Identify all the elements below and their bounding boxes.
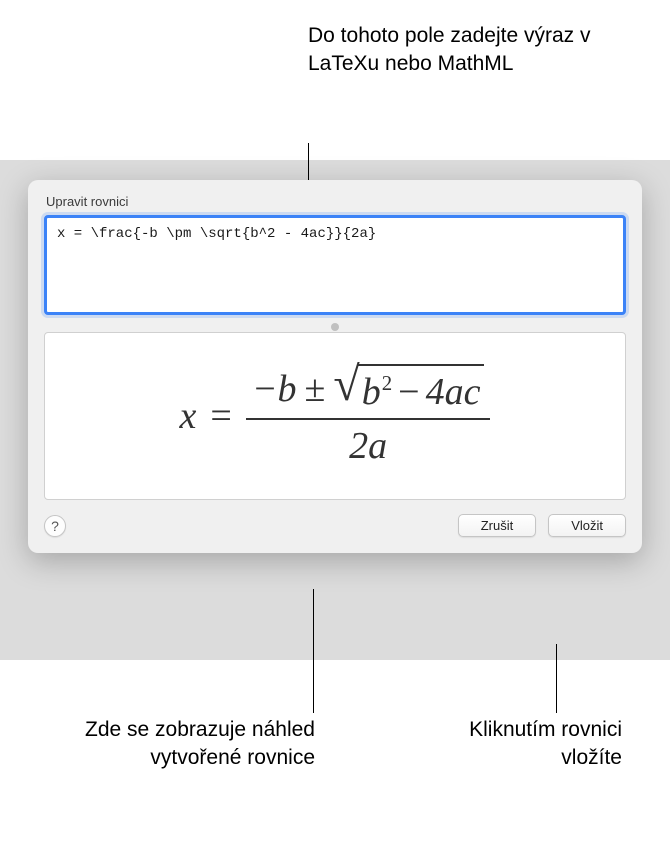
annotation-preview: Zde se zobrazuje náhled vytvořené rovnic… [85, 716, 315, 773]
insert-button[interactable]: Vložit [548, 514, 626, 537]
rendered-equation: x = −b ± √ b2 − 4ac 2a [180, 364, 491, 468]
eq-neg-b: −b [252, 367, 297, 411]
eq-4ac: 4ac [426, 370, 481, 414]
annotation-input: Do tohoto pole zadejte výraz v LaTeXu ne… [308, 22, 628, 79]
eq-b-squared: b2 [362, 370, 392, 414]
cancel-button[interactable]: Zrušit [458, 514, 537, 537]
eq-pm: ± [305, 367, 326, 411]
button-group: Zrušit Vložit [458, 514, 626, 537]
callout-line-insert [556, 644, 557, 713]
eq-sqrt: √ b2 − 4ac [333, 364, 484, 414]
eq-numerator: −b ± √ b2 − 4ac [246, 364, 491, 420]
eq-minus: − [398, 370, 419, 414]
help-button[interactable]: ? [44, 515, 66, 537]
sqrt-icon: √ [333, 368, 359, 402]
equation-dialog: Upravit rovnici x = \frac{-b \pm \sqrt{b… [28, 180, 642, 553]
drag-dot-icon [331, 323, 339, 331]
eq-denominator: 2a [349, 420, 387, 468]
eq-lhs: x [180, 394, 197, 438]
equation-input[interactable]: x = \frac{-b \pm \sqrt{b^2 - 4ac}}{2a} [44, 215, 626, 315]
eq-equals: = [210, 394, 231, 438]
equation-preview: x = −b ± √ b2 − 4ac 2a [44, 332, 626, 500]
eq-fraction: −b ± √ b2 − 4ac 2a [246, 364, 491, 468]
eq-radicand: b2 − 4ac [358, 364, 485, 414]
callout-line-preview [313, 589, 314, 713]
dialog-title: Upravit rovnici [44, 194, 626, 209]
help-icon: ? [51, 518, 59, 534]
resize-handle[interactable] [44, 320, 626, 332]
dialog-footer: ? Zrušit Vložit [44, 514, 626, 537]
annotation-insert: Kliknutím rovnici vložíte [422, 716, 622, 773]
